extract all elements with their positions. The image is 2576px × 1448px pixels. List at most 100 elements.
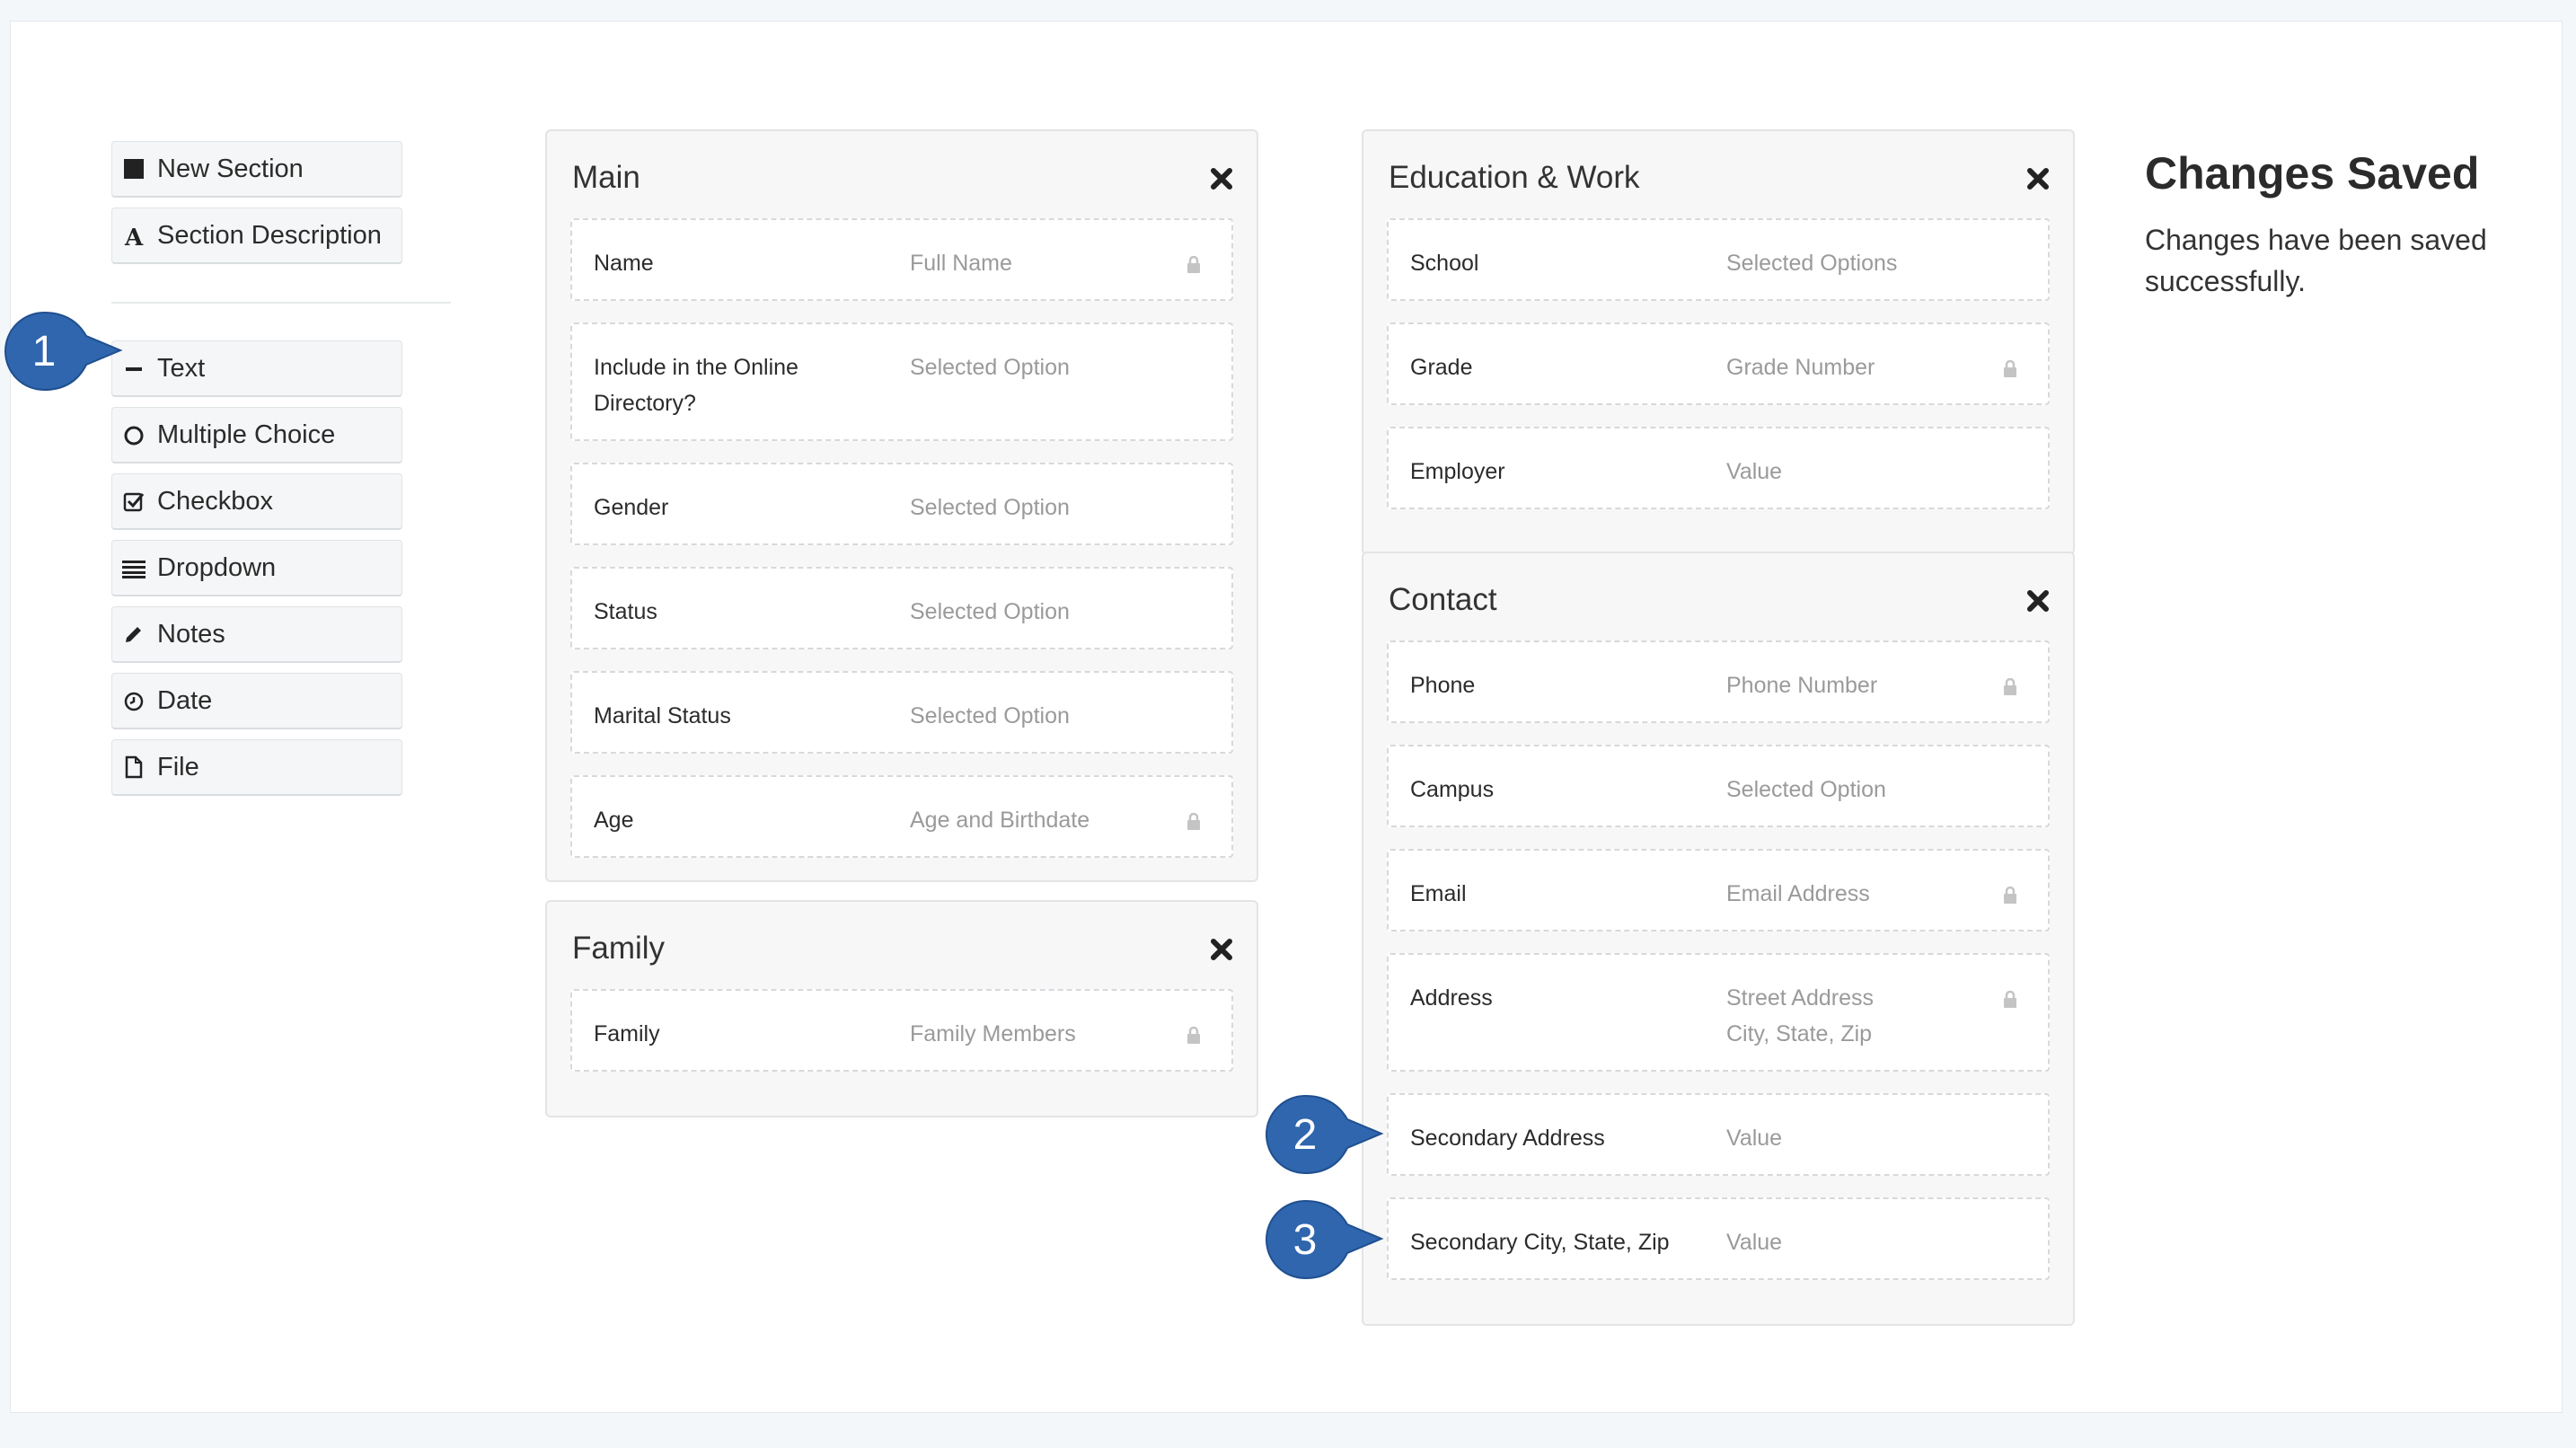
field-label: School — [1410, 251, 1479, 276]
callout-number: 1 — [31, 327, 57, 375]
status-title: Changes Saved — [2145, 148, 2480, 199]
field-row[interactable]: Status Selected Option — [570, 567, 1233, 649]
lock-icon — [2004, 678, 2016, 695]
field-row[interactable]: Address Street Address City, State, Zip — [1387, 953, 2050, 1072]
field-row[interactable]: Grade Grade Number — [1387, 322, 2050, 405]
field-row[interactable]: Gender Selected Option — [570, 463, 1233, 545]
lock-icon — [2004, 360, 2016, 377]
lock-icon — [2004, 991, 2016, 1008]
field-label: Secondary Address — [1410, 1126, 1605, 1151]
field-hint: Selected Options — [1726, 251, 1898, 276]
checkbox-icon — [121, 489, 146, 514]
field-hint: Value — [1726, 1230, 1783, 1255]
field-hint: Selected Option — [910, 599, 1070, 624]
lock-icon — [1187, 256, 1200, 273]
field-row[interactable]: Email Email Address — [1387, 849, 2050, 931]
close-icon[interactable] — [1210, 167, 1233, 190]
field-label: Campus — [1410, 777, 1495, 802]
new-section-button[interactable]: New Section — [111, 141, 402, 198]
date-button[interactable]: Date — [111, 673, 402, 729]
multiple-choice-button[interactable]: Multiple Choice — [111, 407, 402, 464]
field-hint: Value — [1726, 1126, 1783, 1151]
checkbox-label: Checkbox — [157, 486, 273, 516]
field-label: Marital Status — [594, 703, 731, 728]
field-label: Include in the Online Directory? — [594, 355, 798, 416]
lock-icon — [2004, 887, 2016, 904]
field-hint: Selected Option — [910, 495, 1070, 520]
field-hint: Phone Number — [1726, 673, 1878, 698]
field-hint: Selected Option — [910, 355, 1070, 380]
letter-a-icon: A — [121, 223, 146, 248]
field-row[interactable]: Secondary City, State, Zip Value — [1387, 1197, 2050, 1280]
field-label: Status — [594, 599, 657, 624]
section-contact[interactable]: Contact Phone Phone Number Campus Select… — [1362, 552, 2075, 1326]
field-row[interactable]: School Selected Options — [1387, 218, 2050, 301]
field-row[interactable]: Secondary Address Value — [1387, 1093, 2050, 1176]
close-icon[interactable] — [2026, 589, 2050, 613]
square-icon — [121, 156, 146, 181]
field-label: Gender — [594, 495, 669, 520]
close-icon[interactable] — [2026, 167, 2050, 190]
section-title: Education & Work — [1389, 160, 1640, 195]
field-label: Address — [1410, 985, 1493, 1011]
lock-icon — [1187, 813, 1200, 830]
status-message: Changes have been saved successfully. — [2145, 224, 2487, 297]
field-label: Grade — [1410, 355, 1473, 380]
field-hint: Selected Option — [1726, 777, 1886, 802]
field-row[interactable]: Phone Phone Number — [1387, 640, 2050, 723]
section-family[interactable]: Family Family Family Members — [545, 900, 1258, 1117]
clock-icon — [121, 688, 146, 713]
field-label: Email — [1410, 881, 1467, 906]
file-icon — [121, 755, 146, 780]
section-title: Family — [572, 931, 666, 966]
dropdown-label: Dropdown — [157, 552, 277, 582]
pencil-icon — [121, 622, 146, 647]
field-row[interactable]: Employer Value — [1387, 427, 2050, 509]
text-field-button[interactable]: Text — [111, 340, 402, 397]
notes-label: Notes — [157, 619, 225, 649]
field-hint: Value — [1726, 459, 1783, 484]
field-row[interactable]: Marital Status Selected Option — [570, 671, 1233, 754]
new-section-label: New Section — [157, 154, 304, 183]
field-hint: Age and Birthdate — [910, 808, 1090, 833]
field-label: Age — [594, 808, 634, 833]
field-label: Employer — [1410, 459, 1505, 484]
notes-button[interactable]: Notes — [111, 606, 402, 663]
field-row[interactable]: Age Age and Birthdate — [570, 775, 1233, 858]
section-description-button[interactable]: A Section Description — [111, 207, 402, 264]
svg-text:A: A — [124, 225, 144, 247]
field-label: Family — [594, 1021, 660, 1046]
field-label: Name — [594, 251, 654, 276]
field-label: Phone — [1410, 673, 1476, 698]
text-field-label: Text — [157, 353, 206, 383]
field-label: Secondary City, State, Zip — [1410, 1230, 1670, 1255]
checkbox-button[interactable]: Checkbox — [111, 473, 402, 530]
field-row[interactable]: Name Full Name — [570, 218, 1233, 301]
field-row[interactable]: Campus Selected Option — [1387, 745, 2050, 827]
file-label: File — [157, 752, 199, 781]
date-label: Date — [157, 685, 213, 715]
field-hint: Street Address City, State, Zip — [1726, 985, 1874, 1046]
close-icon[interactable] — [1210, 938, 1233, 961]
section-title: Contact — [1389, 582, 1497, 617]
field-hint: Full Name — [910, 251, 1012, 276]
field-row[interactable]: Include in the Online Directory? Selecte… — [570, 322, 1233, 441]
section-title: Main — [572, 160, 640, 195]
callout-number: 3 — [1292, 1215, 1318, 1264]
field-hint: Email Address — [1726, 881, 1870, 906]
field-hint: Family Members — [910, 1021, 1076, 1046]
callout-marker: 3 — [1265, 1199, 1390, 1280]
field-hint: Grade Number — [1726, 355, 1875, 380]
dropdown-button[interactable]: Dropdown — [111, 540, 402, 596]
field-hint: Selected Option — [910, 703, 1070, 728]
callout-marker: 1 — [4, 311, 129, 392]
lock-icon — [1187, 1027, 1200, 1044]
section-education-work[interactable]: Education & Work School Selected Options… — [1362, 129, 2075, 555]
list-icon — [121, 555, 146, 580]
field-row[interactable]: Family Family Members — [570, 989, 1233, 1072]
callout-number: 2 — [1292, 1110, 1318, 1159]
section-main[interactable]: Main Name Full Name Include in the Onlin… — [545, 129, 1258, 882]
file-button[interactable]: File — [111, 739, 402, 796]
toolbox-divider — [111, 302, 451, 304]
section-description-label: Section Description — [157, 220, 382, 250]
